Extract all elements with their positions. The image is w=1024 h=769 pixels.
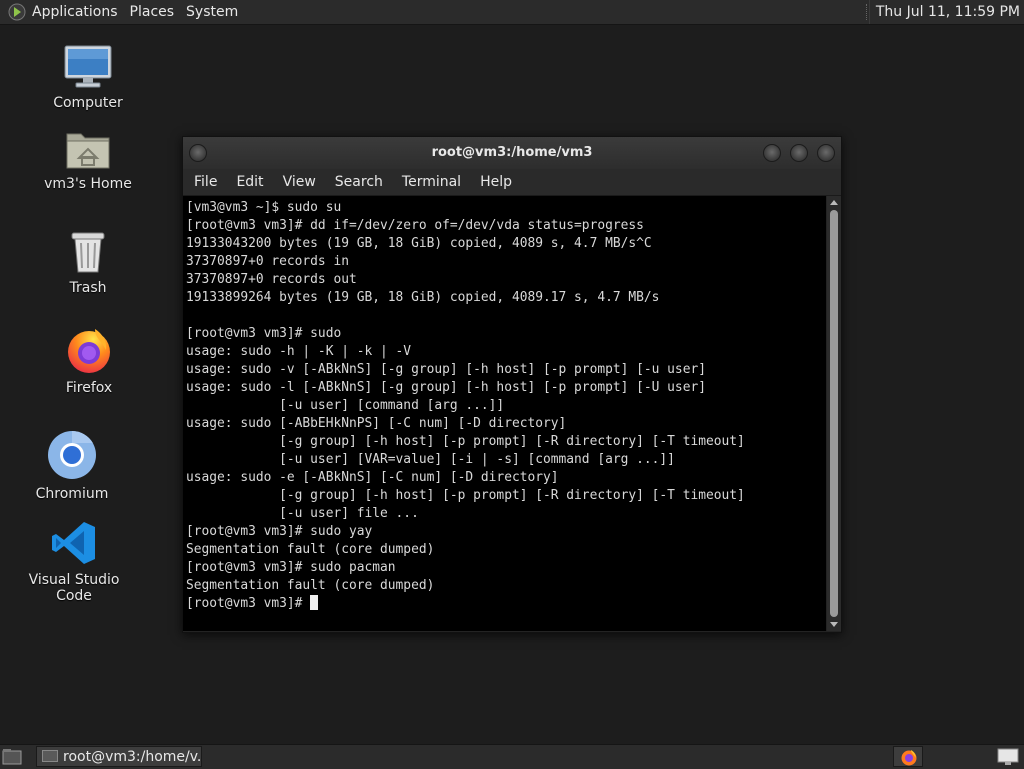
maximize-button[interactable] bbox=[790, 144, 808, 162]
terminal-line: [-g group] [-h host] [-p prompt] [-R dir… bbox=[186, 488, 745, 503]
menu-search[interactable]: Search bbox=[335, 174, 383, 190]
vscode-icon bbox=[52, 522, 95, 564]
desktop-icon-label: Chromium bbox=[35, 486, 109, 502]
system-menu[interactable]: System bbox=[182, 4, 246, 20]
chromium-icon bbox=[48, 431, 96, 479]
terminal-line: 19133899264 bytes (19 GB, 18 GiB) copied… bbox=[186, 290, 660, 305]
terminal-menubar: File Edit View Search Terminal Help bbox=[183, 169, 841, 196]
terminal-line: 37370897+0 records out bbox=[186, 272, 357, 287]
terminal-line: usage: sudo -l [-ABkNnS] [-g group] [-h … bbox=[186, 380, 706, 395]
trash-icon bbox=[71, 232, 105, 273]
menu-terminal[interactable]: Terminal bbox=[402, 174, 461, 190]
terminal-line: [-g group] [-h host] [-p prompt] [-R dir… bbox=[186, 434, 745, 449]
desktop-icon-label: vm3's Home bbox=[44, 176, 132, 192]
terminal-line: [-u user] file ... bbox=[186, 506, 419, 521]
menu-file[interactable]: File bbox=[194, 174, 217, 190]
desktop-icon-label: Computer bbox=[53, 95, 123, 111]
terminal-line: [root@vm3 vm3]# sudo bbox=[186, 326, 342, 341]
computer-icon bbox=[64, 45, 112, 88]
workspace-switcher-icon[interactable] bbox=[996, 748, 1020, 766]
terminal-line: [vm3@vm3 ~]$ sudo su bbox=[186, 200, 342, 215]
task-label: root@vm3:/home/v... bbox=[63, 749, 202, 765]
terminal-line: usage: sudo -v [-ABkNnS] [-g group] [-h … bbox=[186, 362, 706, 377]
desktop-icon-trash[interactable]: Trash bbox=[28, 228, 148, 296]
desktop-icon-home[interactable]: vm3's Home bbox=[28, 128, 148, 192]
text-cursor bbox=[310, 595, 319, 610]
taskbar-terminal-button[interactable]: root@vm3:/home/v... bbox=[36, 746, 202, 767]
terminal-line: Segmentation fault (core dumped) bbox=[186, 542, 435, 557]
scrollbar-thumb[interactable] bbox=[830, 210, 838, 617]
terminal-line: 19133043200 bytes (19 GB, 18 GiB) copied… bbox=[186, 236, 652, 251]
scroll-up-arrow-icon[interactable] bbox=[830, 200, 838, 205]
taskbar-firefox-launcher[interactable] bbox=[893, 746, 923, 767]
bottom-panel: root@vm3:/home/v... bbox=[0, 744, 1024, 769]
terminal-line: Segmentation fault (core dumped) bbox=[186, 578, 435, 593]
desktop-icon-label: Trash bbox=[69, 280, 107, 296]
clock-text: Thu Jul 11, 11:59 PM bbox=[875, 4, 1020, 20]
firefox-icon bbox=[901, 750, 917, 766]
terminal-line: [-u user] [VAR=value] [-i | -s] [command… bbox=[186, 452, 675, 467]
desktop-icon-label: Visual Studio Code bbox=[28, 572, 120, 604]
home-folder-icon bbox=[66, 133, 110, 169]
terminal-line: [root@vm3 vm3]# dd if=/dev/zero of=/dev/… bbox=[186, 218, 644, 233]
menu-edit[interactable]: Edit bbox=[236, 174, 263, 190]
close-button[interactable] bbox=[817, 144, 835, 162]
terminal-window[interactable]: root@vm3:/home/vm3 File Edit View Search… bbox=[182, 136, 842, 633]
firefox-icon bbox=[68, 329, 110, 373]
terminal-line: usage: sudo -h | -K | -k | -V bbox=[186, 344, 412, 359]
terminal-line: [root@vm3 vm3]# sudo pacman bbox=[186, 560, 396, 575]
terminal-line: usage: sudo -e [-ABkNnS] [-C num] [-D di… bbox=[186, 470, 559, 485]
window-titlebar[interactable]: root@vm3:/home/vm3 bbox=[183, 137, 841, 169]
clock[interactable]: Thu Jul 11, 11:59 PM bbox=[865, 0, 1024, 24]
desktop-icon-firefox[interactable]: Firefox bbox=[29, 326, 149, 396]
window-title: root@vm3:/home/vm3 bbox=[431, 145, 593, 160]
terminal-line: [root@vm3 vm3]# sudo yay bbox=[186, 524, 373, 539]
terminal-line: usage: sudo [-ABbEHkNnPS] [-C num] [-D d… bbox=[186, 416, 567, 431]
terminal-line: 37370897+0 records in bbox=[186, 254, 349, 269]
menu-view[interactable]: View bbox=[283, 174, 316, 190]
window-menu-button[interactable] bbox=[189, 144, 207, 162]
minimize-button[interactable] bbox=[763, 144, 781, 162]
gentoo-menu-icon[interactable] bbox=[8, 3, 26, 21]
desktop-icon-chromium[interactable]: Chromium bbox=[12, 430, 132, 502]
desktop-icon-vscode[interactable]: Visual Studio Code bbox=[14, 520, 134, 604]
terminal-output[interactable]: [vm3@vm3 ~]$ sudo su [root@vm3 vm3]# dd … bbox=[183, 196, 826, 631]
desktop-icon-computer[interactable]: Computer bbox=[28, 45, 148, 111]
desktop-icon-label: Firefox bbox=[65, 380, 113, 396]
applications-menu[interactable]: Applications bbox=[32, 4, 126, 20]
terminal-prompt: [root@vm3 vm3]# bbox=[186, 596, 311, 611]
terminal-scrollbar[interactable] bbox=[827, 196, 841, 631]
terminal-icon bbox=[42, 750, 58, 762]
menu-help[interactable]: Help bbox=[480, 174, 512, 190]
panel-separator bbox=[865, 4, 869, 20]
terminal-line: [-u user] [command [arg ...]] bbox=[186, 398, 505, 413]
scroll-down-arrow-icon[interactable] bbox=[830, 622, 838, 627]
show-desktop-icon[interactable] bbox=[2, 748, 22, 765]
top-panel: Applications Places System Thu Jul 11, 1… bbox=[0, 0, 1024, 25]
places-menu[interactable]: Places bbox=[126, 4, 183, 20]
